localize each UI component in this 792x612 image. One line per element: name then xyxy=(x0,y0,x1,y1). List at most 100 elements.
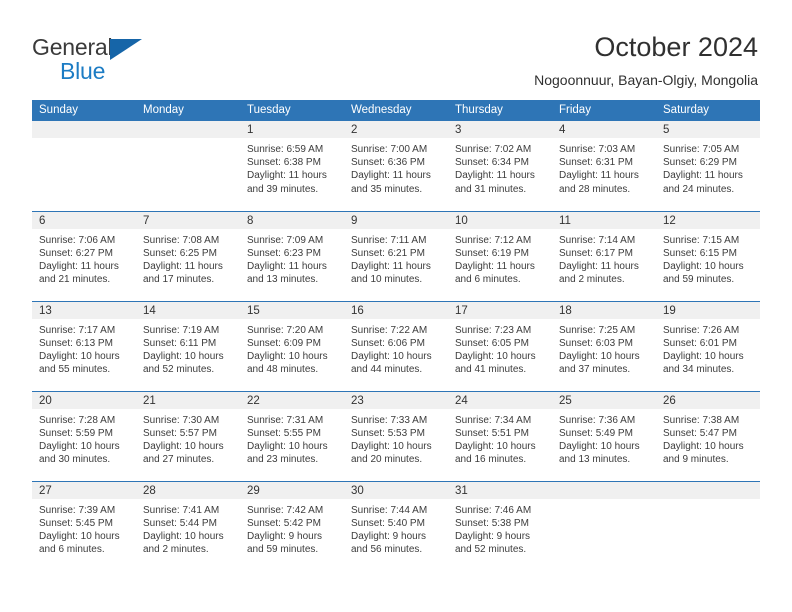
daylight-hours: Daylight: 10 hours xyxy=(247,440,328,452)
weekday-header-tuesday: Tuesday xyxy=(240,100,344,121)
day-number: 3 xyxy=(448,121,552,138)
calendar-day-cell[interactable]: 1 Sunrise: 6:59 AM Sunset: 6:38 PM Daylight… xyxy=(240,121,344,212)
calendar-day-cell[interactable]: 4 Sunrise: 7:03 AM Sunset: 6:31 PM Daylight… xyxy=(552,121,656,212)
day-details: Sunrise: 6:59 AM Sunset: 6:38 PM Daylight:… xyxy=(240,138,344,196)
daylight-hours: Daylight: 10 hours xyxy=(143,350,224,362)
daylight-hours: Daylight: 11 hours xyxy=(351,260,431,272)
sunset-time: Sunset: 6:23 PM xyxy=(247,247,321,259)
calendar-day-cell[interactable]: 19 Sunrise: 7:26 AM Sunset: 6:01 PM Dayligh… xyxy=(656,301,760,392)
sunrise-time: Sunrise: 7:25 AM xyxy=(559,324,636,336)
calendar-day-cell[interactable]: 3 Sunrise: 7:02 AM Sunset: 6:34 PM Daylight… xyxy=(448,121,552,212)
day-details: Sunrise: 7:36 AM Sunset: 5:49 PM Daylight:… xyxy=(552,409,656,467)
sunset-time: Sunset: 5:42 PM xyxy=(247,517,321,529)
sunrise-time: Sunrise: 7:39 AM xyxy=(39,504,116,516)
calendar-week-row: 6 Sunrise: 7:06 AM Sunset: 6:27 PM Daylight… xyxy=(32,211,760,302)
daylight-hours: Daylight: 10 hours xyxy=(351,350,432,362)
day-number: 14 xyxy=(136,301,240,319)
calendar-day-cell[interactable]: 25 Sunrise: 7:36 AM Sunset: 5:49 PM Dayligh… xyxy=(552,391,656,482)
calendar-day-cell-empty xyxy=(552,481,656,571)
calendar-day-cell[interactable]: 14 Sunrise: 7:19 AM Sunset: 6:11 PM Dayligh… xyxy=(136,301,240,392)
day-details: Sunrise: 7:33 AM Sunset: 5:53 PM Daylight:… xyxy=(344,409,448,467)
day-details: Sunrise: 7:17 AM Sunset: 6:13 PM Daylight:… xyxy=(32,319,136,377)
day-number: 15 xyxy=(240,301,344,319)
calendar-day-cell[interactable]: 6 Sunrise: 7:06 AM Sunset: 6:27 PM Daylight… xyxy=(32,211,136,302)
day-number xyxy=(136,121,240,138)
page-header: General Blue October 2024 Nogoonnuur, Ba… xyxy=(0,0,792,100)
calendar-day-cell[interactable]: 26 Sunrise: 7:38 AM Sunset: 5:47 PM Dayligh… xyxy=(656,391,760,482)
calendar-day-cell[interactable]: 31 Sunrise: 7:46 AM Sunset: 5:38 PM Dayligh… xyxy=(448,481,552,571)
daylight-hours: Daylight: 9 hours xyxy=(351,530,427,542)
sunset-time: Sunset: 5:44 PM xyxy=(143,517,217,529)
sunset-time: Sunset: 6:05 PM xyxy=(455,337,529,349)
day-details: Sunrise: 7:38 AM Sunset: 5:47 PM Daylight:… xyxy=(656,409,760,467)
daylight-minutes: and 55 minutes. xyxy=(39,364,111,376)
daylight-hours: Daylight: 10 hours xyxy=(351,440,432,452)
calendar-day-cell[interactable]: 21 Sunrise: 7:30 AM Sunset: 5:57 PM Dayligh… xyxy=(136,391,240,482)
daylight-hours: Daylight: 11 hours xyxy=(455,260,535,272)
sunset-time: Sunset: 6:01 PM xyxy=(663,337,737,349)
calendar-day-cell[interactable]: 22 Sunrise: 7:31 AM Sunset: 5:55 PM Dayligh… xyxy=(240,391,344,482)
calendar-day-cell[interactable]: 8 Sunrise: 7:09 AM Sunset: 6:23 PM Daylight… xyxy=(240,211,344,302)
daylight-minutes: and 41 minutes. xyxy=(455,364,527,376)
calendar-day-cell[interactable]: 13 Sunrise: 7:17 AM Sunset: 6:13 PM Dayligh… xyxy=(32,301,136,392)
day-details: Sunrise: 7:46 AM Sunset: 5:38 PM Daylight:… xyxy=(448,499,552,557)
daylight-minutes: and 39 minutes. xyxy=(247,183,319,195)
sunrise-time: Sunrise: 7:44 AM xyxy=(351,504,428,516)
calendar-day-cell[interactable]: 24 Sunrise: 7:34 AM Sunset: 5:51 PM Dayligh… xyxy=(448,391,552,482)
daylight-minutes: and 52 minutes. xyxy=(143,364,215,376)
day-details: Sunrise: 7:20 AM Sunset: 6:09 PM Daylight:… xyxy=(240,319,344,377)
calendar-day-cell[interactable]: 10 Sunrise: 7:12 AM Sunset: 6:19 PM Dayligh… xyxy=(448,211,552,302)
calendar-day-cell[interactable]: 15 Sunrise: 7:20 AM Sunset: 6:09 PM Dayligh… xyxy=(240,301,344,392)
sunrise-time: Sunrise: 7:09 AM xyxy=(247,234,324,246)
sunrise-time: Sunrise: 7:36 AM xyxy=(559,414,636,426)
calendar-day-cell[interactable]: 7 Sunrise: 7:08 AM Sunset: 6:25 PM Daylight… xyxy=(136,211,240,302)
day-number: 11 xyxy=(552,211,656,229)
weekday-headers: Sunday Monday Tuesday Wednesday Thursday Frid… xyxy=(32,100,760,121)
sunrise-time: Sunrise: 7:14 AM xyxy=(559,234,636,246)
calendar-day-cell[interactable]: 12 Sunrise: 7:15 AM Sunset: 6:15 PM Dayligh… xyxy=(656,211,760,302)
daylight-hours: Daylight: 10 hours xyxy=(663,260,744,272)
daylight-minutes: and 34 minutes. xyxy=(663,364,735,376)
sunset-time: Sunset: 6:27 PM xyxy=(39,247,113,259)
calendar-day-cell[interactable]: 23 Sunrise: 7:33 AM Sunset: 5:53 PM Dayligh… xyxy=(344,391,448,482)
calendar-week-row: 20 Sunrise: 7:28 AM Sunset: 5:59 PM Dayligh… xyxy=(32,391,760,482)
sunset-time: Sunset: 5:53 PM xyxy=(351,427,425,439)
calendar-day-cell[interactable]: 29 Sunrise: 7:42 AM Sunset: 5:42 PM Dayligh… xyxy=(240,481,344,571)
daylight-minutes: and 35 minutes. xyxy=(351,183,423,195)
day-number xyxy=(656,481,760,499)
day-details: Sunrise: 7:23 AM Sunset: 6:05 PM Daylight:… xyxy=(448,319,552,377)
sunrise-time: Sunrise: 7:23 AM xyxy=(455,324,532,336)
day-details: Sunrise: 7:09 AM Sunset: 6:23 PM Daylight:… xyxy=(240,229,344,287)
sunset-time: Sunset: 6:19 PM xyxy=(455,247,529,259)
day-details: Sunrise: 7:11 AM Sunset: 6:21 PM Daylight:… xyxy=(344,229,448,287)
calendar-day-cell[interactable]: 11 Sunrise: 7:14 AM Sunset: 6:17 PM Dayligh… xyxy=(552,211,656,302)
calendar-week-row: 13 Sunrise: 7:17 AM Sunset: 6:13 PM Dayligh… xyxy=(32,301,760,392)
sunrise-time: Sunrise: 7:30 AM xyxy=(143,414,220,426)
day-number xyxy=(552,481,656,499)
day-details: Sunrise: 7:19 AM Sunset: 6:11 PM Daylight:… xyxy=(136,319,240,377)
calendar-day-cell[interactable]: 2 Sunrise: 7:00 AM Sunset: 6:36 PM Daylight… xyxy=(344,121,448,212)
calendar-day-cell[interactable]: 20 Sunrise: 7:28 AM Sunset: 5:59 PM Dayligh… xyxy=(32,391,136,482)
calendar-day-cell[interactable]: 17 Sunrise: 7:23 AM Sunset: 6:05 PM Dayligh… xyxy=(448,301,552,392)
calendar-day-cell[interactable]: 30 Sunrise: 7:44 AM Sunset: 5:40 PM Dayligh… xyxy=(344,481,448,571)
day-details: Sunrise: 7:39 AM Sunset: 5:45 PM Daylight:… xyxy=(32,499,136,557)
sunset-time: Sunset: 6:21 PM xyxy=(351,247,425,259)
calendar-day-cell[interactable]: 18 Sunrise: 7:25 AM Sunset: 6:03 PM Dayligh… xyxy=(552,301,656,392)
day-number: 13 xyxy=(32,301,136,319)
day-details: Sunrise: 7:05 AM Sunset: 6:29 PM Daylight:… xyxy=(656,138,760,196)
day-details: Sunrise: 7:41 AM Sunset: 5:44 PM Daylight:… xyxy=(136,499,240,557)
calendar-day-cell[interactable]: 16 Sunrise: 7:22 AM Sunset: 6:06 PM Dayligh… xyxy=(344,301,448,392)
day-number: 8 xyxy=(240,211,344,229)
blue-triangle-flag-icon xyxy=(110,39,142,60)
calendar-day-cell[interactable]: 5 Sunrise: 7:05 AM Sunset: 6:29 PM Daylight… xyxy=(656,121,760,212)
brand-logo: General Blue xyxy=(32,28,222,83)
day-details: Sunrise: 7:14 AM Sunset: 6:17 PM Daylight:… xyxy=(552,229,656,287)
calendar-day-cell[interactable]: 27 Sunrise: 7:39 AM Sunset: 5:45 PM Dayligh… xyxy=(32,481,136,571)
calendar-page: General Blue October 2024 Nogoonnuur, Ba… xyxy=(0,0,792,612)
sunrise-time: Sunrise: 7:06 AM xyxy=(39,234,116,246)
sunrise-time: Sunrise: 7:38 AM xyxy=(663,414,740,426)
sunset-time: Sunset: 5:38 PM xyxy=(455,517,529,529)
calendar-day-cell[interactable]: 28 Sunrise: 7:41 AM Sunset: 5:44 PM Dayligh… xyxy=(136,481,240,571)
day-details: Sunrise: 7:30 AM Sunset: 5:57 PM Daylight:… xyxy=(136,409,240,467)
calendar-day-cell[interactable]: 9 Sunrise: 7:11 AM Sunset: 6:21 PM Daylight… xyxy=(344,211,448,302)
